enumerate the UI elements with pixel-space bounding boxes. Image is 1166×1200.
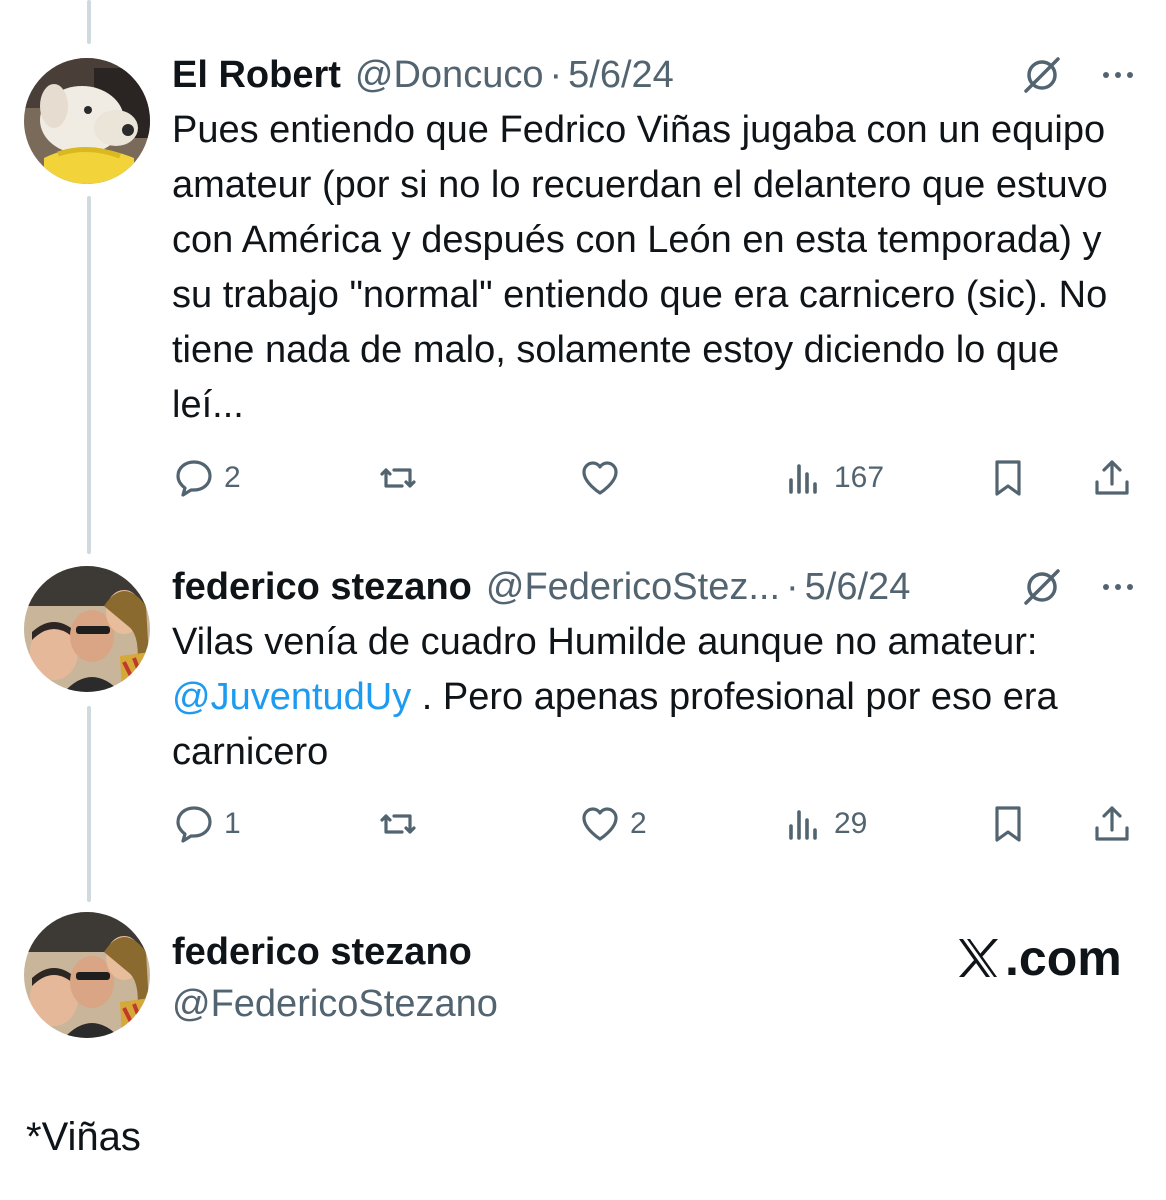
heart-icon [582, 807, 618, 841]
reply-icon [176, 806, 212, 843]
avatar-federico-stezano[interactable] [24, 566, 150, 692]
views-icon [789, 464, 817, 494]
avatar-el-robert[interactable] [24, 58, 150, 184]
tweet-1-actions: 2 167 [172, 455, 1136, 501]
reply-icon [176, 460, 212, 497]
reply-count: 1 [224, 807, 241, 840]
x-com-text: .com [1005, 930, 1122, 986]
x-logo-icon [959, 939, 998, 977]
like-count: 2 [630, 807, 647, 840]
family-avatar-image [24, 566, 150, 692]
bookmark-button[interactable] [986, 455, 1030, 501]
thread-line-1 [87, 196, 91, 554]
author-handle[interactable]: @FedericoStez... [486, 566, 780, 609]
views-count: 29 [834, 807, 868, 840]
tweet-1[interactable]: El Robert @Doncuco · 5/6/24 Pues entiend… [172, 50, 1138, 433]
family-avatar-image [24, 912, 150, 1038]
reply-count: 2 [224, 461, 241, 494]
author-name[interactable]: El Robert [172, 54, 341, 97]
share-icon [1095, 460, 1129, 495]
thread-line-top [87, 0, 91, 44]
heart-icon [582, 461, 618, 495]
like-button[interactable]: 2 [578, 801, 647, 847]
share-button[interactable] [1090, 801, 1134, 847]
repost-icon [380, 468, 416, 488]
profile-card[interactable]: federico stezano @FedericoStezano [172, 928, 498, 1032]
repost-button[interactable] [376, 455, 428, 501]
grok-icon[interactable] [1020, 565, 1064, 609]
share-icon [1095, 806, 1129, 841]
grok-icon[interactable] [1020, 53, 1064, 97]
tweet-date[interactable]: 5/6/24 [568, 54, 674, 97]
views-icon [789, 810, 817, 840]
tweet-header: federico stezano @FedericoStez... · 5/6/… [172, 562, 1138, 612]
dog-avatar-image [24, 58, 150, 184]
tweet-2-actions: 1 2 29 [172, 801, 1136, 847]
author-handle[interactable]: @Doncuco [355, 54, 544, 97]
profile-handle[interactable]: @FedericoStezano [172, 976, 498, 1032]
views-count: 167 [834, 461, 885, 494]
author-name[interactable]: federico stezano [172, 566, 472, 609]
reply-button[interactable]: 1 [172, 801, 241, 847]
profile-name[interactable]: federico stezano [172, 928, 498, 976]
more-icon[interactable] [1098, 567, 1138, 607]
tweet-text-part: Vilas venía de cuadro Humilde aunque no … [172, 621, 1038, 663]
x-com-watermark: .com [955, 928, 1122, 988]
footnote-correction: *Viñas [26, 1115, 141, 1159]
share-button[interactable] [1090, 455, 1134, 501]
mention-link[interactable]: @JuventudUy [172, 676, 411, 718]
like-button[interactable] [578, 455, 630, 501]
reply-button[interactable]: 2 [172, 455, 241, 501]
header-separator: · [786, 565, 799, 608]
bookmark-button[interactable] [986, 801, 1030, 847]
header-separator: · [549, 53, 563, 96]
tweet-header: El Robert @Doncuco · 5/6/24 [172, 50, 1138, 100]
bookmark-icon [995, 806, 1021, 842]
bookmark-icon [995, 460, 1021, 496]
repost-button[interactable] [376, 801, 428, 847]
views-button[interactable]: 167 [782, 455, 884, 501]
tweet-date[interactable]: 5/6/24 [805, 566, 911, 609]
tweet-text: Pues entiendo que Fedrico Viñas jugaba c… [172, 109, 1108, 426]
repost-icon [380, 814, 416, 834]
tweet-2[interactable]: federico stezano @FedericoStez... · 5/6/… [172, 562, 1138, 780]
tweet-text: Vilas venía de cuadro Humilde aunque no … [172, 615, 1138, 780]
avatar-profile-card[interactable] [24, 912, 150, 1038]
thread-line-2 [87, 706, 91, 902]
more-icon[interactable] [1098, 55, 1138, 95]
views-button[interactable]: 29 [782, 801, 867, 847]
